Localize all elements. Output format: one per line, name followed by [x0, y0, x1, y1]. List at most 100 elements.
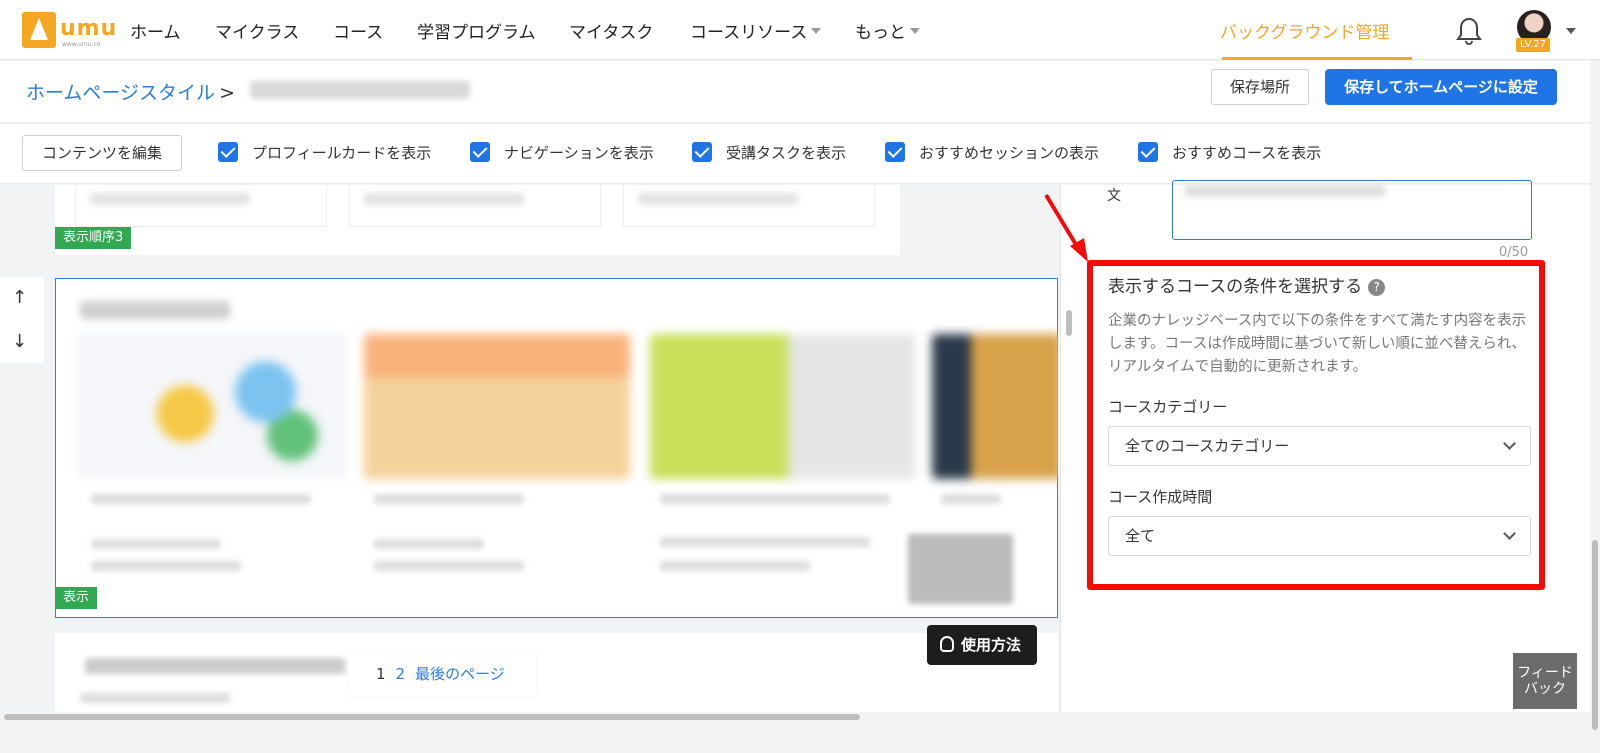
- user-level-badge: LV.27: [1516, 38, 1550, 52]
- save-and-set-home-button[interactable]: 保存してホームページに設定: [1325, 69, 1557, 105]
- edit-content-button[interactable]: コンテンツを編集: [22, 135, 182, 171]
- nav-my-class[interactable]: マイクラス: [215, 18, 299, 43]
- checkbox-label: 受講タスクを表示: [726, 144, 847, 162]
- redacted-text: [1185, 185, 1385, 197]
- checkbox-checked-icon[interactable]: [1138, 142, 1158, 162]
- recommended-courses-module[interactable]: [55, 278, 1058, 618]
- display-order-tag-4: 表示: [55, 587, 98, 609]
- course-thumbnail[interactable]: [364, 334, 630, 479]
- horizontal-scrollbar-thumb[interactable]: [4, 714, 860, 720]
- nav-learning-program[interactable]: 学習プログラム: [417, 18, 536, 43]
- list-item: [623, 185, 875, 227]
- display-order-tag-3: 表示順序3: [55, 227, 132, 249]
- logo-subtext: www.umu.co: [62, 41, 101, 48]
- nav-course[interactable]: コース: [333, 18, 383, 43]
- reorder-controls: ↑ ↓: [0, 277, 44, 363]
- course-thumbnail[interactable]: [650, 334, 915, 479]
- feedback-button[interactable]: フィード バック: [1513, 653, 1577, 709]
- course-thumbnail[interactable]: [78, 334, 346, 479]
- redacted-text: [374, 494, 524, 504]
- course-created-time-label: コース作成時間: [1108, 488, 1213, 506]
- breadcrumb-current-redacted: [250, 81, 470, 99]
- redacted-text: [91, 561, 241, 571]
- top-nav: umu www.umu.co ホーム マイクラス コース 学習プログラム マイタ…: [0, 0, 1600, 60]
- move-up-icon[interactable]: ↑: [12, 287, 27, 308]
- page-link-last[interactable]: 最後のページ: [415, 665, 505, 683]
- pagination: 1 2 最後のページ: [348, 652, 536, 696]
- checkbox-checked-icon[interactable]: [885, 142, 905, 162]
- chevron-down-icon: [1503, 437, 1516, 450]
- redacted-image: [908, 534, 1013, 604]
- save-location-button[interactable]: 保存場所: [1211, 69, 1309, 105]
- redacted-text: [91, 494, 311, 504]
- help-icon[interactable]: ?: [1368, 279, 1386, 296]
- textarea-label: 文: [1107, 188, 1121, 204]
- annotation-arrow-icon: [1044, 193, 1088, 262]
- select-value: 全てのコースカテゴリー: [1125, 437, 1290, 455]
- redacted-text: [660, 494, 890, 504]
- redacted-text: [91, 539, 221, 549]
- preview-canvas: 表示順序3 表示: [0, 185, 1058, 715]
- list-item: [349, 185, 601, 227]
- breadcrumb-root-link[interactable]: ホームページスタイル: [26, 82, 215, 104]
- checkbox-label: おすすめセッションの表示: [919, 144, 1100, 162]
- redacted-text: [80, 693, 230, 703]
- page-link-2[interactable]: 2: [396, 665, 406, 683]
- umu-logo[interactable]: umu www.umu.co: [22, 12, 116, 48]
- nav-more[interactable]: もっと: [855, 18, 920, 43]
- checkbox-checked-icon[interactable]: [692, 142, 712, 162]
- vertical-scrollbar-thumb[interactable]: [1592, 540, 1598, 730]
- chevron-down-icon: [811, 28, 822, 34]
- list-item: [75, 185, 327, 227]
- course-thumbnail[interactable]: [932, 334, 1058, 479]
- lightbulb-icon: [940, 636, 954, 652]
- breadcrumb: ホームページスタイル >: [26, 78, 235, 105]
- description-textarea[interactable]: [1172, 180, 1532, 240]
- checkbox-label: おすすめコースを表示: [1172, 144, 1322, 162]
- condition-description: 企業のナレッジベース内で以下の条件をすべて満たす内容を表示します。コースは作成時…: [1108, 313, 1527, 375]
- redacted-text: [941, 494, 1001, 504]
- page-current[interactable]: 1: [376, 665, 386, 683]
- checkbox-checked-icon[interactable]: [470, 142, 490, 162]
- how-to-use-label: 使用方法: [961, 636, 1022, 654]
- breadcrumb-separator: >: [219, 82, 235, 104]
- logo-text: umu: [60, 16, 118, 41]
- bell-icon[interactable]: [1455, 16, 1483, 46]
- course-category-label: コースカテゴリー: [1108, 398, 1228, 416]
- checkbox-checked-icon[interactable]: [218, 142, 238, 162]
- checkbox-label: ナビゲーションを表示: [504, 144, 654, 162]
- redacted-text: [374, 539, 484, 549]
- course-category-select[interactable]: 全てのコースカテゴリー: [1108, 426, 1531, 466]
- how-to-use-button[interactable]: 使用方法: [927, 625, 1037, 665]
- char-count: 0/50: [1499, 245, 1529, 260]
- move-down-icon[interactable]: ↓: [12, 331, 27, 352]
- redacted-text: [364, 193, 524, 205]
- nav-home[interactable]: ホーム: [130, 18, 181, 43]
- nav-more-label: もっと: [855, 23, 906, 43]
- redacted-text: [660, 561, 810, 571]
- nav-my-task[interactable]: マイタスク: [569, 18, 653, 43]
- course-created-time-select[interactable]: 全て: [1108, 516, 1531, 556]
- background-management-link[interactable]: バックグラウンド管理: [1220, 18, 1389, 43]
- section-title-text: 表示するコースの条件を選択する: [1108, 277, 1363, 297]
- nav-course-resources[interactable]: コースリソース: [690, 18, 822, 43]
- page-header: ホームページスタイル > 保存場所 保存してホームページに設定: [0, 61, 1590, 123]
- redacted-text: [660, 537, 870, 547]
- active-tab-underline: [1222, 57, 1412, 60]
- redacted-text: [85, 658, 345, 674]
- module-card-3[interactable]: [55, 185, 900, 255]
- select-value: 全て: [1125, 527, 1156, 545]
- logo-mark-icon: [22, 12, 56, 48]
- course-condition-title: 表示するコースの条件を選択する?: [1108, 272, 1386, 297]
- canvas-scrollbar-thumb[interactable]: [1066, 310, 1072, 336]
- chevron-down-icon: [1503, 527, 1516, 540]
- chevron-down-icon: [910, 28, 920, 34]
- redacted-text: [638, 193, 798, 205]
- checkbox-label: プロフィールカードを表示: [252, 144, 432, 162]
- redacted-text: [90, 193, 250, 205]
- display-toolbar: コンテンツを編集 プロフィールカードを表示 ナビゲーションを表示 受講タスクを表…: [0, 124, 1590, 184]
- module-card-5[interactable]: [55, 633, 1058, 715]
- nav-course-resources-label: コースリソース: [690, 23, 808, 43]
- chevron-down-icon[interactable]: [1566, 28, 1576, 34]
- redacted-text: [374, 561, 524, 571]
